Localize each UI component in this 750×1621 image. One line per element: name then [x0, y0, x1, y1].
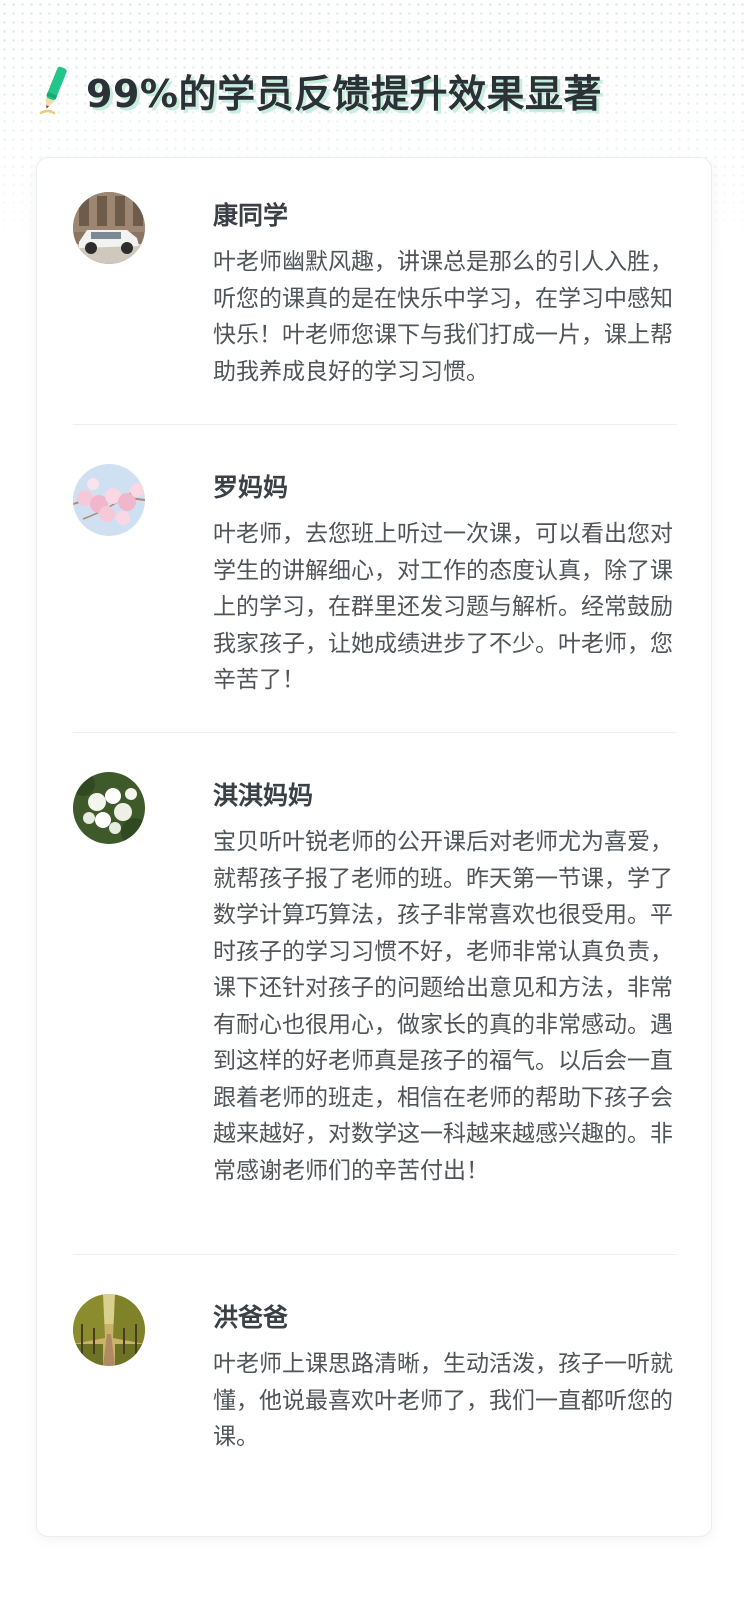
review-item: 洪爸爸 叶老师上课思路清晰，生动活泼，孩子一听就懂，他说最喜欢叶老师了，我们一直…	[73, 1294, 677, 1464]
divider	[73, 1254, 677, 1255]
review-item: 罗妈妈 叶老师，去您班上听过一次课，可以看出您对学生的讲解细心，对工作的态度认真…	[73, 464, 677, 704]
car-photo-avatar	[73, 192, 145, 264]
avatar	[73, 1294, 145, 1366]
review-text: 叶老师上课思路清晰，生动活泼，孩子一听就懂，他说最喜欢叶老师了，我们一直都听您的…	[213, 1351, 673, 1450]
pencil-icon	[39, 66, 67, 115]
avatar	[73, 772, 145, 844]
avatar	[73, 192, 145, 264]
reviewer-name: 洪爸爸	[213, 1303, 289, 1332]
reviewer-name: 罗妈妈	[213, 473, 289, 502]
review-text: 宝贝听叶锐老师的公开课后对老师尤为喜爱，就帮孩子报了老师的班。昨天第一节课，学了…	[213, 829, 673, 1184]
avatar	[73, 464, 145, 536]
page-title: 99%的学员反馈提升效果显著	[86, 71, 602, 116]
divider	[73, 424, 677, 425]
cherry-blossom-avatar	[73, 464, 145, 536]
review-text: 叶老师，去您班上听过一次课，可以看出您对学生的讲解细心，对工作的态度认真，除了课…	[213, 521, 673, 693]
reviewer-name: 淇淇妈妈	[213, 781, 314, 810]
review-text: 叶老师幽默风趣，讲课总是那么的引人入胜，听您的课真的是在快乐中学习，在学习中感知…	[213, 249, 673, 385]
tree-avenue-avatar	[73, 1294, 145, 1366]
section-header: 99%的学员反馈提升效果显著	[38, 60, 602, 120]
white-flowers-avatar	[73, 772, 145, 844]
review-item: 康同学 叶老师幽默风趣，讲课总是那么的引人入胜，听您的课真的是在快乐中学习，在学…	[73, 192, 677, 392]
testimonials-card: 康同学 叶老师幽默风趣，讲课总是那么的引人入胜，听您的课真的是在快乐中学习，在学…	[36, 157, 712, 1537]
reviewer-name: 康同学	[213, 201, 289, 230]
review-item: 淇淇妈妈 宝贝听叶锐老师的公开课后对老师尤为喜爱，就帮孩子报了老师的班。昨天第一…	[73, 772, 677, 1232]
divider	[73, 732, 677, 733]
